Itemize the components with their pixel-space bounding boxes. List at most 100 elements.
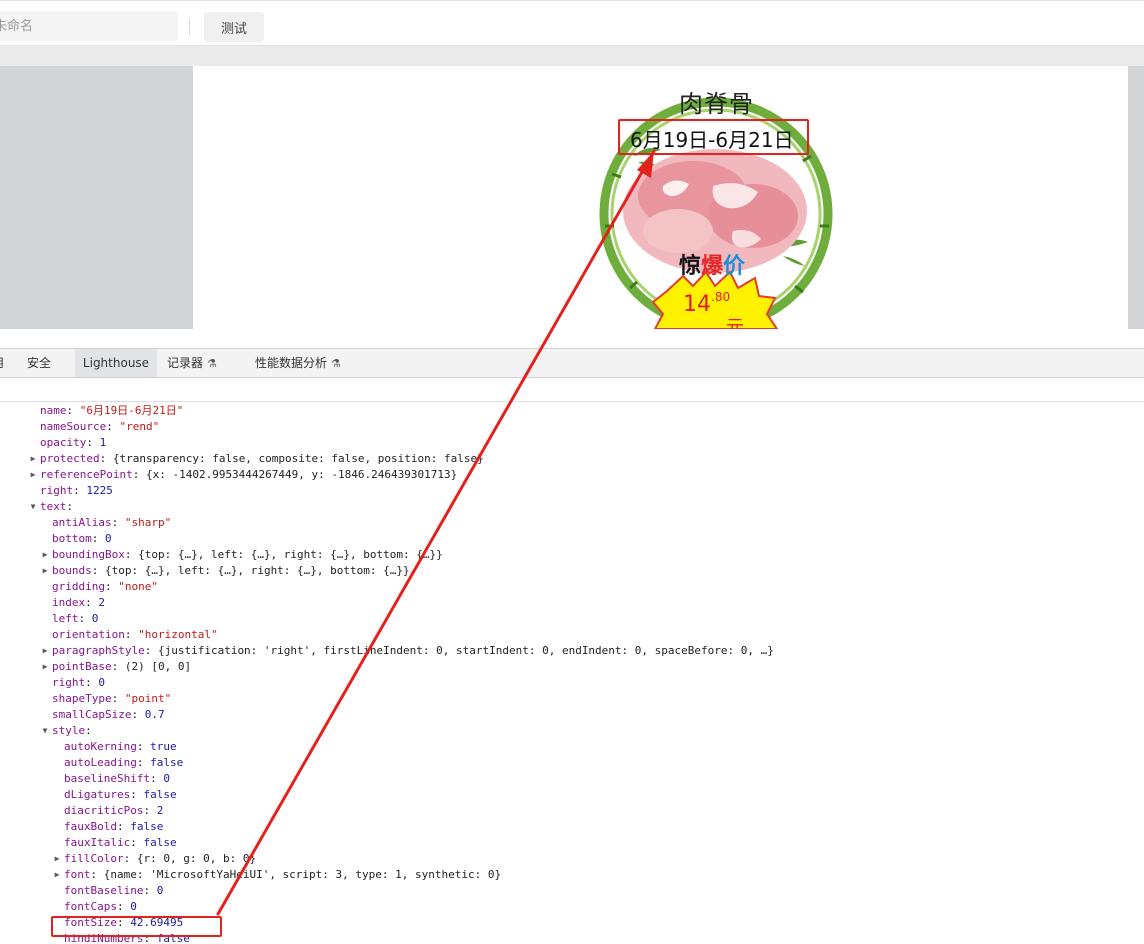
- property-colon: :: [104, 580, 119, 593]
- price-main: 14: [683, 292, 711, 317]
- property-colon: :: [111, 660, 125, 673]
- promo-char-1: 惊: [679, 254, 702, 279]
- property-value: "sharp": [124, 516, 172, 529]
- property-key: antiAlias: [52, 516, 112, 529]
- expand-triangle-icon[interactable]: ▶: [40, 547, 50, 563]
- property-row[interactable]: ▶ boundingBox: {top: {…}, left: {…}, righ…: [43, 547, 443, 563]
- property-row: opacity: 1: [40, 435, 106, 451]
- property-key: fontBaseline: [64, 884, 144, 897]
- property-row: shapeType: "point": [52, 691, 171, 707]
- property-key: fillColor: [64, 852, 124, 865]
- property-key: gridding: [52, 580, 105, 593]
- property-row: autoKerning: true: [64, 739, 177, 755]
- property-colon: :: [73, 484, 87, 497]
- property-row: fauxItalic: false: [64, 835, 177, 851]
- property-row: bottom: 0: [52, 531, 112, 547]
- property-value: {name: 'MicrosoftYaHeiUI', script: 3, ty…: [103, 868, 502, 881]
- devtools-tab-strip: 用 安全 Lighthouse 记录器⚗ 性能数据分析⚗: [0, 348, 1144, 378]
- tab-security[interactable]: 安全: [16, 349, 62, 377]
- property-colon: :: [130, 836, 144, 849]
- property-row: right: 0: [52, 675, 105, 691]
- property-colon: :: [150, 772, 164, 785]
- expand-triangle-icon[interactable]: ▶: [52, 867, 62, 883]
- property-colon: :: [66, 404, 80, 417]
- expand-triangle-icon[interactable]: ▶: [28, 467, 38, 483]
- stage-left-gutter: [0, 66, 193, 329]
- property-value: {top: {…}, left: {…}, right: {…}, bottom…: [105, 564, 410, 577]
- property-colon: :: [144, 644, 158, 657]
- property-key: text: [40, 500, 67, 513]
- property-key: font: [64, 868, 91, 881]
- property-key: autoKerning: [64, 740, 137, 753]
- poster-price: 14.80: [683, 290, 730, 317]
- property-value: 0.7: [144, 708, 165, 721]
- tab-label: 用: [0, 356, 4, 370]
- promo-char-2: 爆: [701, 254, 724, 279]
- price-decimal: .80: [711, 290, 731, 304]
- property-colon: :: [131, 708, 145, 721]
- expand-triangle-icon[interactable]: ▶: [40, 659, 50, 675]
- property-row: index: 2: [52, 595, 105, 611]
- test-button[interactable]: 测试: [204, 12, 264, 42]
- property-row[interactable]: ▶ bounds: {top: {…}, left: {…}, right: {……: [43, 563, 410, 579]
- property-colon: :: [106, 420, 120, 433]
- property-row[interactable]: ▶ protected: {transparency: false, compos…: [31, 451, 484, 467]
- property-key: fontCaps: [64, 900, 117, 913]
- expand-triangle-icon[interactable]: ▶: [28, 451, 38, 467]
- tab-label: 性能数据分析: [255, 356, 328, 370]
- property-row: diacriticPos: 2: [64, 803, 163, 819]
- property-key: right: [52, 676, 86, 689]
- property-row: nameSource: "rend": [40, 419, 159, 435]
- property-row[interactable]: ▶ fillColor: {r: 0, g: 0, b: 0}: [55, 851, 257, 867]
- tab-lighthouse[interactable]: Lighthouse: [75, 349, 157, 377]
- property-value: {r: 0, g: 0, b: 0}: [136, 852, 257, 865]
- flask-icon: ⚗: [331, 357, 341, 370]
- property-row: smallCapSize: 0.7: [52, 707, 165, 723]
- property-value: false: [143, 836, 177, 849]
- tab-recorder[interactable]: 记录器 ⚗: [167, 349, 237, 377]
- property-row[interactable]: ▶ paragraphStyle: {justification: 'right'…: [43, 643, 774, 659]
- property-row: fontCaps: 0: [64, 899, 137, 915]
- expand-triangle-icon[interactable]: ▶: [40, 563, 50, 579]
- property-key: orientation: [52, 628, 125, 641]
- property-value: true: [150, 740, 177, 753]
- tab-application[interactable]: 用: [0, 349, 12, 377]
- property-key: baselineShift: [64, 772, 151, 785]
- property-row[interactable]: ▼ text:: [31, 499, 74, 515]
- fontsize-highlight-box: [51, 916, 222, 937]
- poster-canvas[interactable]: 肉脊骨 6月19日-6月21日 惊爆价 14.80 元: [193, 66, 1128, 329]
- property-row[interactable]: ▶ referencePoint: {x: -1402.9953444267449…: [31, 467, 458, 483]
- poster-title: 肉脊骨: [679, 90, 754, 118]
- expand-triangle-icon[interactable]: ▶: [40, 643, 50, 659]
- property-row: name: "6月19日-6月21日": [40, 403, 183, 419]
- property-key: style: [52, 724, 86, 737]
- collapse-triangle-icon[interactable]: ▼: [40, 723, 50, 739]
- property-row[interactable]: ▶ pointBase: (2) [0, 0]: [43, 659, 192, 675]
- collapse-triangle-icon[interactable]: ▼: [28, 499, 38, 515]
- property-value: 0: [105, 532, 112, 545]
- tab-performance-insights[interactable]: 性能数据分析 ⚗: [255, 349, 355, 377]
- name-input[interactable]: [0, 11, 178, 41]
- top-toolbar: 测试: [0, 0, 1144, 46]
- property-row[interactable]: ▼ style:: [43, 723, 92, 739]
- property-key: fauxBold: [64, 820, 117, 833]
- property-value: 0: [98, 676, 105, 689]
- property-row: baselineShift: 0: [64, 771, 170, 787]
- expand-triangle-icon[interactable]: ▶: [52, 851, 62, 867]
- property-key: diacriticPos: [64, 804, 144, 817]
- promo-char-3: 价: [723, 254, 746, 279]
- property-value: 1225: [86, 484, 113, 497]
- property-row[interactable]: ▶ font: {name: 'MicrosoftYaHeiUI', script…: [55, 867, 502, 883]
- property-colon: :: [86, 436, 100, 449]
- property-colon: :: [124, 628, 139, 641]
- property-key: index: [52, 596, 86, 609]
- property-value: 2: [156, 804, 164, 817]
- price-unit: 元: [726, 317, 744, 329]
- poster-promo-label: 惊爆价: [679, 248, 745, 280]
- property-key: referencePoint: [40, 468, 133, 481]
- property-colon: :: [130, 788, 144, 801]
- property-value: (2) [0, 0]: [124, 660, 192, 673]
- property-value: {transparency: false, composite: false, …: [112, 452, 484, 465]
- property-key: dLigatures: [64, 788, 131, 801]
- date-highlight-box: [618, 119, 809, 155]
